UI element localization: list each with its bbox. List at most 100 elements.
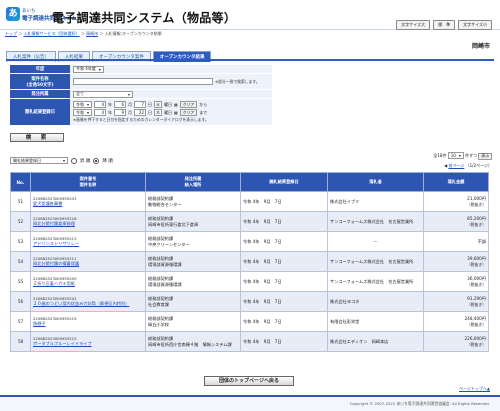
unit-year-label: 年 <box>108 109 113 115</box>
calendar-icon[interactable]: ▦ <box>174 110 178 115</box>
amount-value: 248,400円 <box>464 315 486 321</box>
amount-tax-note: （税抜き） <box>467 261 486 267</box>
delivery-place: 社会教育課 <box>148 301 169 307</box>
chevron-down-icon: ▾ <box>127 91 130 97</box>
breadcrumb-link-org[interactable]: 岡崎市 <box>86 31 98 36</box>
row-dept: 総務部契約課 中央クリーンセンター <box>145 231 241 252</box>
row-case: 220682523000955209 Ｚ折り圧着ハガキ用紙 <box>30 271 146 292</box>
delivery-place: 動物総合センター <box>148 201 182 207</box>
date-from-word: から <box>199 101 208 107</box>
sort-asc-radio[interactable] <box>71 157 77 164</box>
row-date: 令和 4年 9月 7日 <box>240 271 328 292</box>
prev-icon[interactable]: ◀ <box>444 163 447 168</box>
amount-tax-note: （税抜き） <box>467 321 486 327</box>
date-from-clear-button[interactable]: クリア <box>179 101 198 108</box>
site-title: 電子調達共同システム（物品等） <box>52 11 237 25</box>
display-button[interactable]: 表示 <box>478 152 492 160</box>
case-name-link[interactable]: アドバンストリサリレー <box>33 241 143 247</box>
order-dept-select-value: 全て <box>76 91 84 96</box>
case-name-link[interactable]: ポータブルブルーレイドライブ <box>33 341 143 347</box>
row-date: 令和 4年 9月 7日 <box>240 291 328 312</box>
case-name-label-sub: (全角50文字) <box>26 82 54 88</box>
amount-tax-note: （税抜き） <box>467 341 486 347</box>
back-to-org-top-button[interactable]: 団体のトップページへ戻る <box>204 376 294 386</box>
row-date: 令和 4年 9月 7日 <box>240 251 328 272</box>
case-name-link[interactable]: 角棚子 <box>33 321 143 327</box>
row-date: 令和 4年 9月 7日 <box>240 211 328 232</box>
chevron-down-icon: ▾ <box>458 153 461 158</box>
case-name-link[interactable]: 岡北分館付属の備蓄保護 <box>33 261 143 267</box>
row-amount: 91,290円 （税抜き） <box>423 291 489 312</box>
row-dept: 総務部契約課 緑丘小学校 <box>145 311 241 332</box>
year-select-value: 令和 4年度 <box>76 66 96 71</box>
result-date-label: 開札結果登録日 <box>10 99 70 125</box>
font-size-standard-button[interactable]: 標 準 <box>433 20 456 30</box>
row-dept: 総務部契約課 岡崎市役所西庁舎南棟４階 情報システム課 <box>145 331 241 352</box>
amount-value: 85,200円 <box>467 215 486 221</box>
case-name-input[interactable] <box>73 78 213 85</box>
date-to-row: 令和 ▾ 4年 9月 22 日 木曜日 ▦ クリア まで <box>73 109 207 116</box>
table-row: 58 220682523000955215 ポータブルブルーレイドライブ 総務部契約課… <box>10 331 489 352</box>
pager-line2: ◀ 前ページ （1/2ページ） <box>433 163 492 169</box>
calendar-icon[interactable]: ▦ <box>174 102 178 107</box>
date-to-year-input[interactable]: 4 <box>94 109 107 116</box>
row-case: 220682523000955203 愛犬愛護推薦書 <box>30 191 146 212</box>
row-no: 51 <box>10 191 31 212</box>
pager-line1: 全18件 10 ▾ 件ずつ 表示 <box>433 152 492 160</box>
per-page-select[interactable]: 10 ▾ <box>447 152 464 159</box>
page-top-link[interactable]: ページトップへ▲ <box>459 386 490 392</box>
col-header-winner: 落札者 <box>327 172 424 192</box>
date-to-day-input[interactable]: 22 <box>134 109 147 116</box>
search-form: 年度 令和 4年度 ▾ 案件名称 (全角50文字) ※部分一致で検索します。 発注… <box>10 65 272 126</box>
case-name-link[interactable]: Ｚ折り圧着ハガキ用紙 <box>33 281 143 287</box>
date-from-year-input[interactable]: 4 <box>94 101 107 108</box>
delivery-place: 岡崎市役所東行倉北下倉庫 <box>148 221 199 227</box>
date-from-era-value: 令和 <box>76 101 84 107</box>
per-page-value: 10 <box>450 153 456 158</box>
row-no: 52 <box>10 211 31 232</box>
font-size-large-button[interactable]: 文字サイズ大 <box>396 20 431 30</box>
row-winner: － <box>327 231 424 252</box>
row-case: 220682523000955213 アドバンストリサリレー <box>30 231 146 252</box>
date-to-clear-button[interactable]: クリア <box>179 109 198 116</box>
sort-asc-label: 昇 順 <box>80 158 91 164</box>
search-button[interactable]: 検 索 <box>10 133 64 142</box>
order-dept-select[interactable]: 全て ▾ <box>73 90 133 98</box>
row-amount: 36,000円 （税抜き） <box>423 271 489 292</box>
row-no: 58 <box>10 331 31 352</box>
date-from-month-input[interactable]: 6 <box>114 101 127 108</box>
row-case: 220682523000955211 岡北分館付属の備蓄保護 <box>30 251 146 272</box>
site-logo[interactable]: あ あいち 電子調達共同システム <box>6 6 77 26</box>
font-size-small-button[interactable]: 文字サイズ小 <box>458 20 492 30</box>
prev-page-link[interactable]: 前ページ <box>448 163 464 168</box>
row-no: 56 <box>10 291 31 312</box>
sort-field-select[interactable]: 開札結果登録日 ▾ <box>10 157 68 164</box>
row-amount: 不調 <box>423 231 489 252</box>
case-name-link[interactable]: 岡北分館付属倉庫修理 <box>33 221 143 227</box>
row-winner: サンコーフォームズ株式会社 名古屋営業所 <box>327 211 424 232</box>
breadcrumb: トップ ＞ 入札情報サービス（団体選択） ＞ 岡崎市 ＞ 入札情報:オープンカウ… <box>5 31 162 37</box>
date-to-word: まで <box>199 109 208 115</box>
case-name-link[interactable]: 愛犬愛護推薦書 <box>33 201 143 207</box>
sort-desc-radio[interactable] <box>93 157 100 164</box>
page-footer: Copyright © 2007-2022 あいち電子調達共同運営協議会. Al… <box>0 395 500 411</box>
year-select[interactable]: 令和 4年度 ▾ <box>73 65 104 73</box>
row-amount: 226,000円 （税抜き） <box>423 331 489 352</box>
row-winner: 株式会社イブミ <box>327 191 424 212</box>
order-dept-label: 発注所属 <box>10 90 70 98</box>
row-no: 54 <box>10 251 31 272</box>
date-from-day-input[interactable]: 7 <box>134 101 147 108</box>
breadcrumb-link-top[interactable]: トップ <box>5 31 17 36</box>
row-amount: 21,000円 （税抜き） <box>423 191 489 212</box>
date-from-era-select[interactable]: 令和 ▾ <box>73 101 93 108</box>
copyright-text: Copyright © 2007-2022 あいち電子調達共同運営協議会. Al… <box>349 401 490 406</box>
row-case: 220682523000955218 岡北分館付属倉庫修理 <box>30 211 146 232</box>
date-to-era-select[interactable]: 令和 ▾ <box>73 109 93 116</box>
col-header-dept: 発注所属 納入場所 <box>145 172 241 192</box>
sort-field-value: 開札結果登録日 <box>13 157 41 163</box>
date-to-month-input[interactable]: 9 <box>114 109 127 116</box>
breadcrumb-link-service[interactable]: 入札情報サービス（団体選択） <box>24 31 80 36</box>
chevron-down-icon: ▾ <box>62 158 65 163</box>
unit-month-label: 月 <box>128 101 133 107</box>
case-name-link[interactable]: ２０歳のつどい案内状並みガ封筒（郵便区内特別） <box>33 301 143 307</box>
